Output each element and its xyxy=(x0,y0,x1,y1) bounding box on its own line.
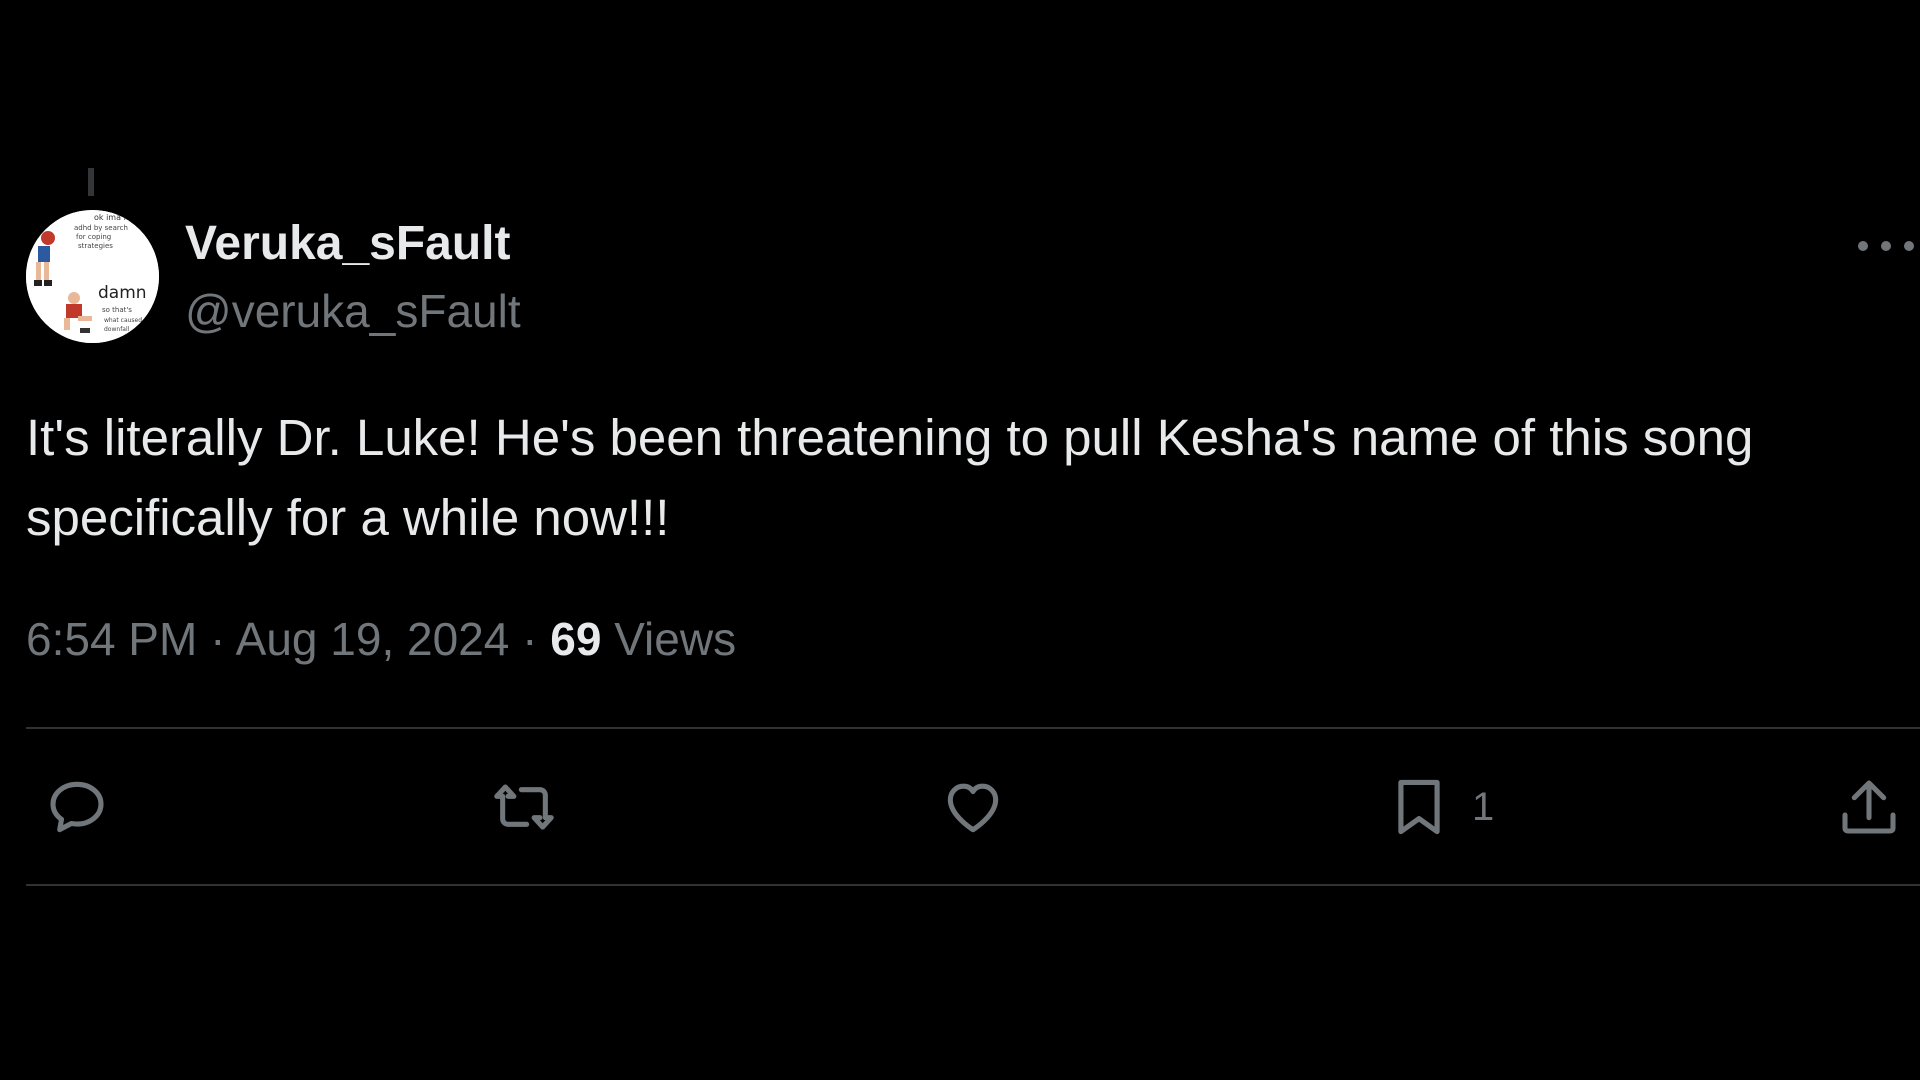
author-handle[interactable]: @veruka_sFault xyxy=(185,284,521,338)
more-dot-icon xyxy=(1904,241,1914,251)
views-count: 69 xyxy=(550,613,602,665)
more-dot-icon xyxy=(1881,241,1891,251)
avatar-text-line: so that's xyxy=(102,306,132,314)
actions-divider-bottom xyxy=(26,884,1920,886)
repost-button[interactable] xyxy=(486,770,562,844)
avatar-text-line: downfall xyxy=(104,326,130,333)
avatar-text-line: for coping xyxy=(76,233,111,241)
meta-separator: · xyxy=(522,613,538,665)
reply-icon xyxy=(50,781,104,833)
tweet-detail-page: ok ima figure adhd by search for coping … xyxy=(0,0,1920,1080)
avatar[interactable]: ok ima figure adhd by search for coping … xyxy=(26,210,159,343)
meta-separator: · xyxy=(210,613,226,665)
more-dot-icon xyxy=(1858,241,1868,251)
more-options-button[interactable] xyxy=(1858,228,1914,264)
tweet-metadata: 6:54 PM · Aug 19, 2024 · 69 Views xyxy=(26,612,736,666)
avatar-text-line: ok ima figure xyxy=(94,213,147,222)
avatar-meme-image: ok ima figure adhd by search for coping … xyxy=(26,210,159,343)
views-label: Views xyxy=(614,613,737,665)
like-button[interactable] xyxy=(938,770,1008,844)
avatar-text-line: damn xyxy=(98,283,147,303)
actions-divider-top xyxy=(26,727,1920,729)
tweet-date[interactable]: Aug 19, 2024 xyxy=(236,613,510,665)
reply-button[interactable] xyxy=(42,770,112,844)
avatar-text-line: adhd by search xyxy=(74,224,128,232)
bookmark-icon xyxy=(1398,779,1440,835)
tweet-time[interactable]: 6:54 PM xyxy=(26,613,197,665)
avatar-text-line: what caused xyxy=(104,317,142,324)
avatar-text-line: strategies xyxy=(78,242,113,250)
share-icon xyxy=(1842,780,1896,834)
share-button[interactable] xyxy=(1836,770,1902,844)
heart-icon xyxy=(947,783,999,833)
author-display-name[interactable]: Veruka_sFault xyxy=(185,216,511,271)
bookmark-count: 1 xyxy=(1472,784,1495,829)
tweet-actions-bar: 1 xyxy=(0,770,1920,844)
thread-connector-line xyxy=(88,168,94,196)
repost-icon xyxy=(494,784,554,830)
tweet-text: It's literally Dr. Luke! He's been threa… xyxy=(26,409,1754,546)
bookmark-button[interactable]: 1 xyxy=(1388,770,1494,844)
